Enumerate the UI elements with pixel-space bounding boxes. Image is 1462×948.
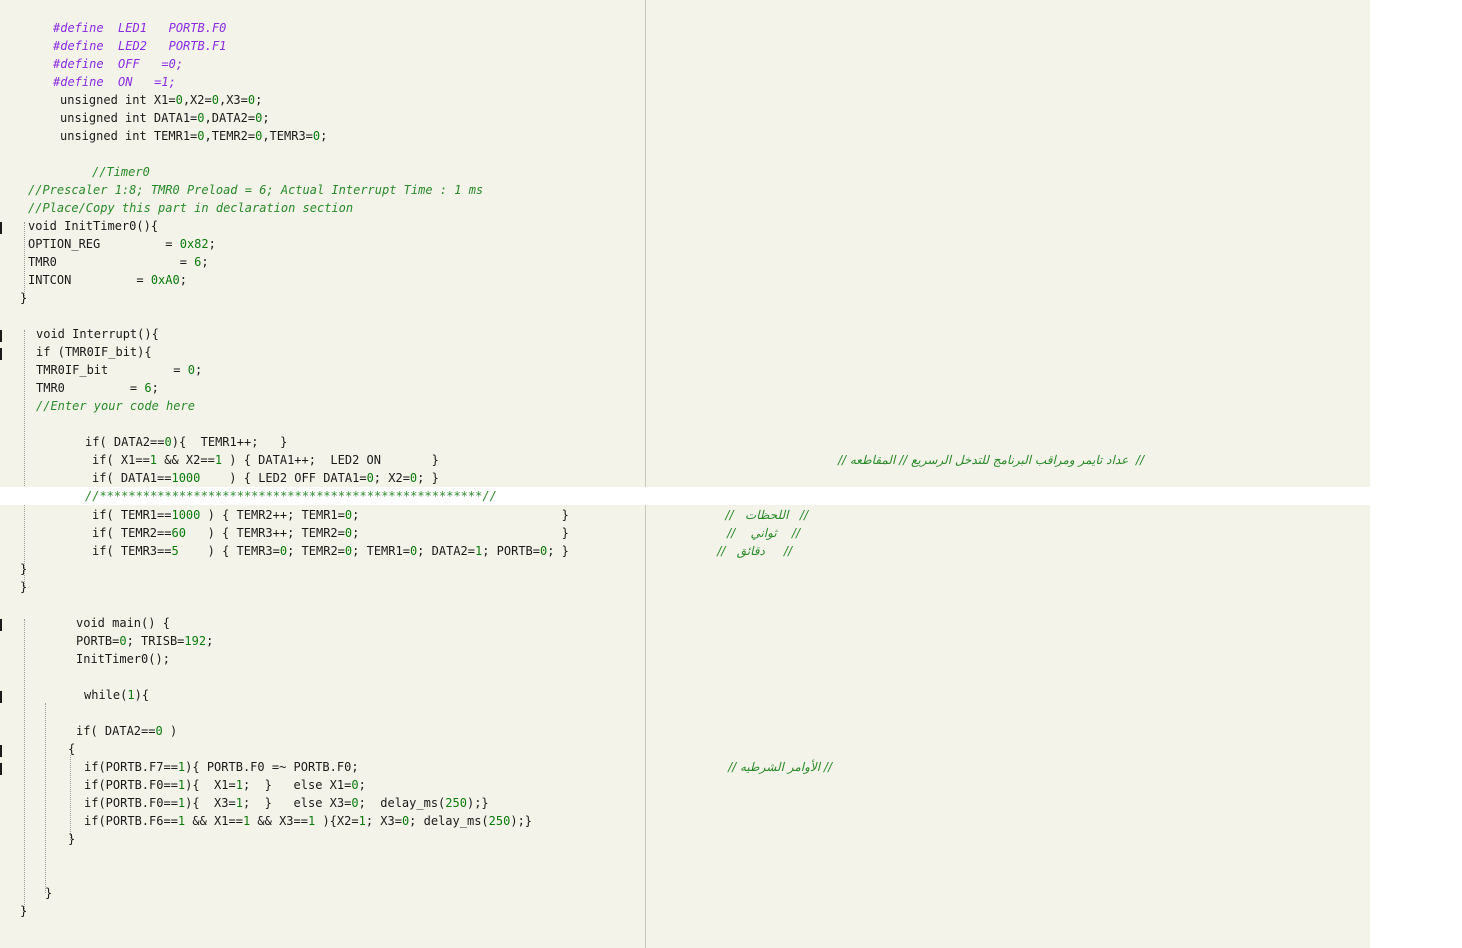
code-line[interactable]: unsigned int X1=0,X2=0,X3=0; [60, 91, 262, 109]
fold-marker [0, 348, 2, 360]
code-line[interactable]: OPTION_REG = 0x82; [28, 235, 216, 253]
code-line[interactable]: } [68, 830, 75, 848]
code-line[interactable]: TMR0IF_bit = 0; [36, 361, 202, 379]
code-line[interactable]: } [20, 289, 27, 307]
code-line[interactable]: if( DATA2==0){ TEMR1++; } [85, 433, 287, 451]
arabic-comment: // ثواني // [727, 526, 800, 540]
current-line-highlight[interactable]: //**************************************… [0, 487, 1370, 505]
right-margin-guide [645, 0, 646, 948]
arabic-comment: // دقائق // [717, 544, 792, 558]
code-line[interactable]: #define ON =1; [53, 73, 176, 91]
code-line[interactable]: INTCON = 0xA0; [28, 271, 187, 289]
code-line[interactable]: if (TMR0IF_bit){ [36, 343, 152, 361]
code-line[interactable]: if(PORTB.F0==1){ X3=1; } else X3=0; dela… [84, 794, 489, 812]
code-line[interactable]: if( X1==1 && X2==1 ) { DATA1++; LED2 ON … [92, 451, 439, 469]
indent-guide [70, 755, 71, 840]
code-line[interactable]: } [20, 560, 27, 578]
fold-marker [0, 745, 2, 757]
indent-guide [24, 222, 25, 298]
code-line[interactable]: //Prescaler 1:8; TMR0 Preload = 6; Actua… [28, 181, 483, 199]
code-line[interactable]: } [45, 884, 52, 902]
code-line[interactable]: unsigned int TEMR1=0,TEMR2=0,TEMR3=0; [60, 127, 327, 145]
code-line[interactable]: void main() { [76, 614, 170, 632]
code-line[interactable]: if(PORTB.F6==1 && X1==1 && X3==1 ){X2=1;… [84, 812, 532, 830]
code-line[interactable]: void Interrupt(){ [36, 325, 159, 343]
fold-marker [0, 222, 2, 234]
indent-guide [24, 619, 25, 911]
code-line[interactable]: unsigned int DATA1=0,DATA2=0; [60, 109, 270, 127]
fold-marker [0, 763, 2, 775]
code-line[interactable]: //Enter your code here [36, 397, 195, 415]
code-line[interactable]: if( DATA1==1000 ) { LED2 OFF DATA1=0; X2… [92, 469, 439, 487]
code-line[interactable]: if( TEMR2==60 ) { TEMR3++; TEMR2=0; } [92, 524, 569, 542]
code-line[interactable]: if( TEMR1==1000 ) { TEMR2++; TEMR1=0; } [92, 506, 569, 524]
indent-guide [24, 330, 25, 588]
fold-marker [0, 330, 2, 342]
code-line[interactable]: #define OFF =0; [53, 55, 183, 73]
code-line[interactable]: if(PORTB.F0==1){ X1=1; } else X1=0; [84, 776, 366, 794]
code-line[interactable]: #define LED2 PORTB.F1 [53, 37, 226, 55]
arabic-comment: // اللحظات // [725, 508, 808, 522]
code-line[interactable]: void InitTimer0(){ [28, 217, 158, 235]
code-line[interactable]: #define LED1 PORTB.F0 [53, 19, 226, 37]
code-line[interactable]: InitTimer0(); [76, 650, 170, 668]
code-line[interactable]: PORTB=0; TRISB=192; [76, 632, 213, 650]
code-line[interactable]: while(1){ [84, 686, 149, 704]
code-line[interactable]: } [20, 902, 27, 920]
code-line[interactable]: //Timer0 [92, 163, 150, 181]
code-line[interactable]: if( DATA2==0 ) [76, 722, 177, 740]
fold-marker [0, 691, 2, 703]
code-line[interactable]: TMR0 = 6; [36, 379, 159, 397]
code-line[interactable]: TMR0 = 6; [28, 253, 209, 271]
code-line[interactable]: if( TEMR3==5 ) { TEMR3=0; TEMR2=0; TEMR1… [92, 542, 569, 560]
indent-guide [45, 703, 46, 893]
code-line[interactable]: if(PORTB.F7==1){ PORTB.F0 =~ PORTB.F0; [84, 758, 359, 776]
code-line[interactable]: { [68, 740, 75, 758]
code-editor[interactable]: #define LED1 PORTB.F0 #define LED2 PORTB… [0, 0, 1370, 948]
code-line[interactable]: //Place/Copy this part in declaration se… [28, 199, 353, 217]
arabic-comment: // عداد تايمر ومراقب البرنامج للتدخل الر… [837, 453, 1144, 467]
arabic-comment: // الأوامر الشرطيه // [728, 760, 832, 774]
code-line[interactable]: } [20, 578, 27, 596]
fold-marker [0, 619, 2, 631]
outside-editor-area [1370, 0, 1462, 948]
